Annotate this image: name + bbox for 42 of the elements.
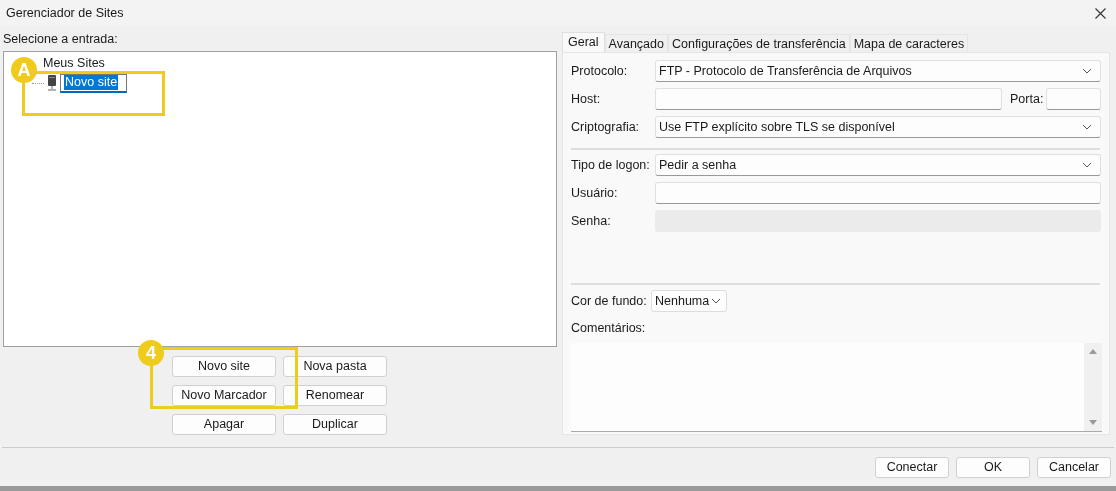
chevron-down-icon (711, 298, 721, 304)
field-label: Protocolo: (571, 62, 629, 80)
field-label: Usuário: (571, 184, 619, 202)
annotation-badge: 4 (138, 340, 164, 366)
tree-action-button[interactable]: Novo site (172, 356, 276, 377)
host-field[interactable] (655, 88, 1002, 110)
scroll-down-icon[interactable] (1089, 420, 1097, 425)
tab[interactable]: Mapa de caracteres (849, 34, 969, 52)
tree-action-button[interactable]: Nova pasta (283, 356, 387, 377)
chevron-down-icon (1082, 68, 1092, 74)
chevron-down-icon (1082, 162, 1092, 168)
scroll-up-icon[interactable] (1089, 349, 1097, 354)
tree-action-button[interactable]: Duplicar (283, 414, 387, 435)
dialog-button[interactable]: OK (956, 456, 1030, 478)
field-label: Senha: (571, 212, 612, 230)
server-icon (47, 75, 57, 92)
tree-action-button[interactable]: Renomear (283, 385, 387, 406)
tree-action-button[interactable]: Novo Marcador (172, 385, 276, 406)
dropdown[interactable]: Pedir a senha (655, 154, 1101, 176)
dropdown[interactable]: FTP - Protocolo de Transferência de Arquivos (655, 60, 1101, 82)
field-label: Host: (571, 90, 602, 108)
field-label: Porta: (1010, 90, 1045, 108)
entry-label: Selecione a entrada: (3, 32, 119, 48)
field-label: Tipo de logon: (571, 156, 651, 174)
window-title: Gerenciador de Sites (6, 4, 124, 22)
tab[interactable]: Configurações de transferência (667, 34, 850, 52)
comments-field[interactable] (571, 343, 1102, 432)
chevron-down-icon (1082, 124, 1092, 130)
dialog-button[interactable]: Conectar (875, 456, 949, 478)
field-label: Criptografia: (571, 118, 641, 136)
dialog-button[interactable]: Cancelar (1037, 456, 1111, 478)
tree-action-button[interactable]: Apagar (172, 414, 276, 435)
scrollbar[interactable] (1084, 343, 1102, 431)
tree-item[interactable]: Meus Sites (43, 56, 105, 71)
comments-label: Comentários: (571, 321, 647, 336)
field-label: Cor de fundo: (571, 292, 648, 310)
dropdown[interactable]: Use FTP explícito sobre TLS se disponível (655, 116, 1101, 138)
tab[interactable]: Avançado (604, 34, 668, 52)
input-field[interactable] (655, 182, 1101, 204)
port-field[interactable] (1046, 88, 1101, 110)
dropdown[interactable]: Nenhuma (651, 290, 727, 312)
tab[interactable]: Geral (562, 32, 605, 52)
